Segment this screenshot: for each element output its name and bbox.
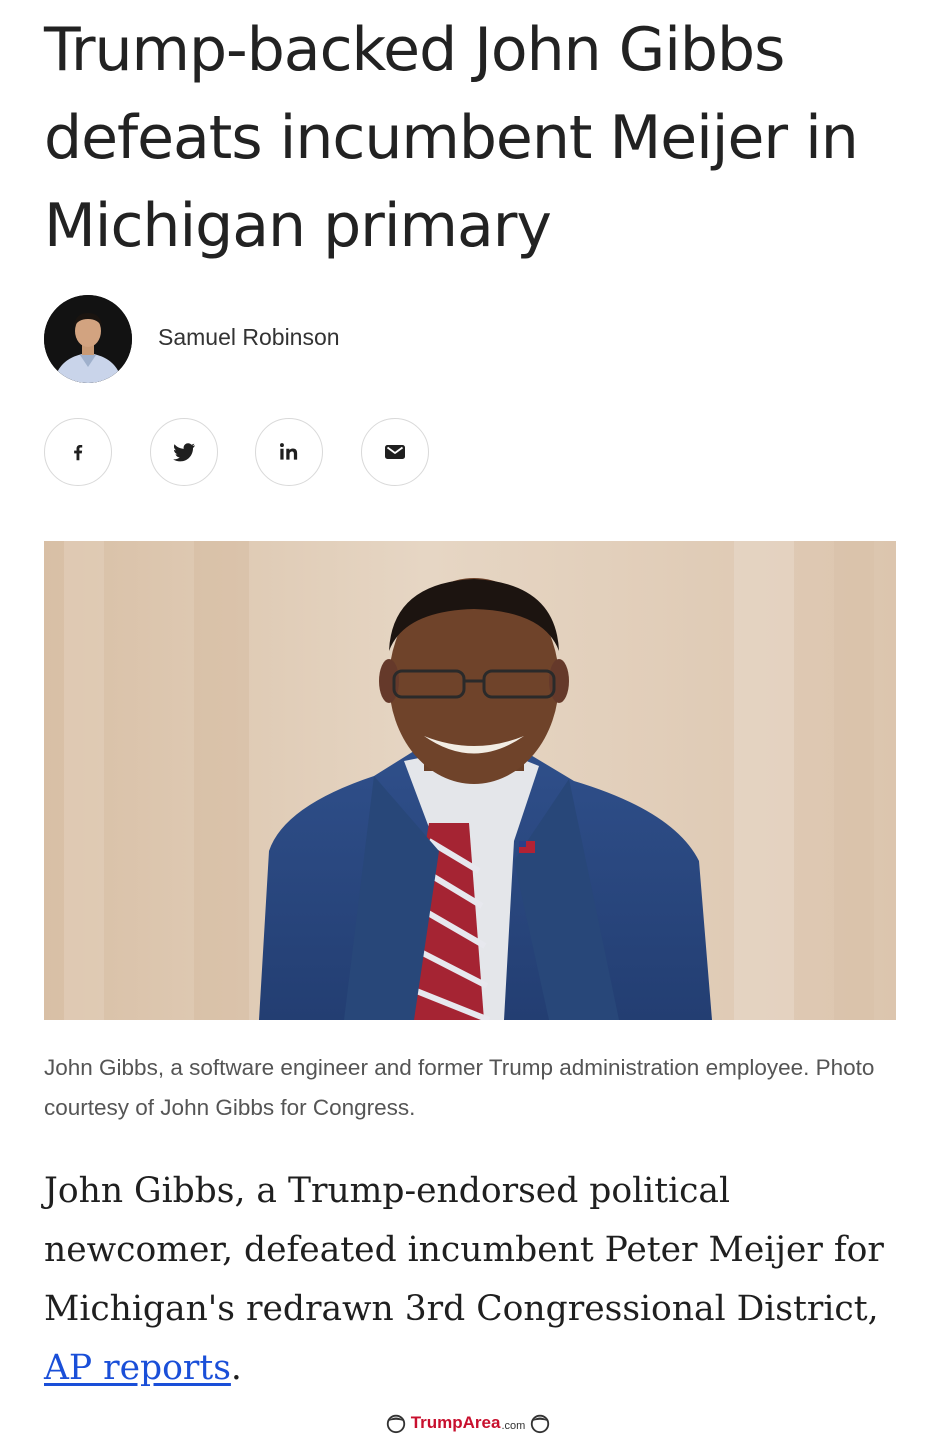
author-name[interactable]: Samuel Robinson (158, 324, 340, 351)
linkedin-icon (280, 443, 298, 460)
share-linkedin-button[interactable] (255, 418, 323, 486)
watermark-face-icon-right (531, 1414, 550, 1434)
watermark-face-icon (386, 1414, 405, 1434)
facebook-icon (74, 444, 83, 461)
article-photo (44, 541, 896, 1020)
body-text: John Gibbs, a Trump-endorsed political n… (44, 1171, 884, 1329)
john-gibbs-portrait (44, 541, 896, 1020)
body-text-end: . (230, 1348, 242, 1388)
author-avatar[interactable] (44, 295, 132, 383)
share-facebook-button[interactable] (44, 418, 112, 486)
watermark-brand: TrumpArea (410, 1413, 501, 1432)
article-body-paragraph: John Gibbs, a Trump-endorsed political n… (44, 1162, 924, 1398)
avatar-photo (44, 295, 132, 383)
share-email-button[interactable] (361, 418, 429, 486)
article-headline: Trump-backed John Gibbs defeats incumben… (44, 15, 859, 261)
watermark-suffix: .com (501, 1419, 526, 1432)
twitter-icon (173, 443, 195, 462)
ap-reports-link[interactable]: AP reports (44, 1348, 231, 1388)
share-twitter-button[interactable] (150, 418, 218, 486)
email-icon (385, 445, 405, 459)
photo-caption: John Gibbs, a software engineer and form… (44, 1055, 875, 1120)
trumparea-watermark: TrumpArea .com (362, 1410, 574, 1436)
